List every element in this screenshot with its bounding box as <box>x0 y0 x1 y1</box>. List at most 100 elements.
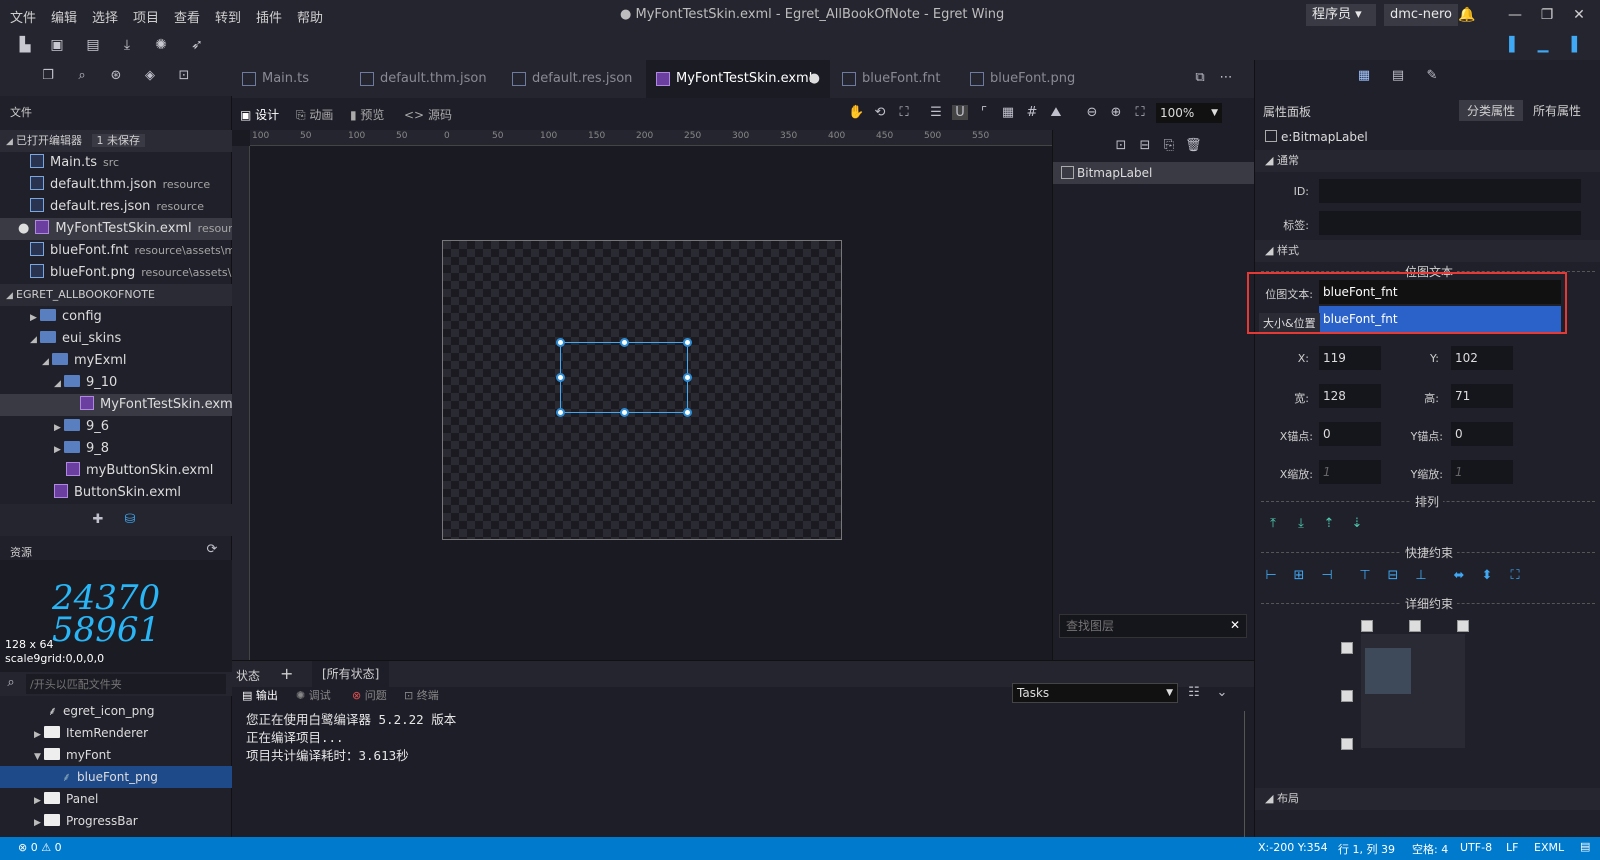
output-scrollbar[interactable] <box>1244 711 1254 838</box>
style-tab-icon[interactable]: ✎ <box>1423 68 1441 83</box>
tree-folder[interactable]: ◢ 9_10 <box>0 372 232 394</box>
tree-folder[interactable]: ▶ config <box>0 306 232 328</box>
tab-debug[interactable]: ✺ 调试 <box>296 687 331 703</box>
resize-handle[interactable] <box>683 373 692 382</box>
constraint-fill-icon[interactable]: ⛶ <box>1507 568 1523 583</box>
magnet-icon[interactable]: U <box>952 105 968 120</box>
section-style[interactable]: ◢ 样式 <box>1255 240 1600 262</box>
all-props-button[interactable]: 所有属性 <box>1533 102 1581 119</box>
feedback-icon[interactable]: ▤ <box>1580 840 1590 853</box>
zoom-in-icon[interactable]: ⊕ <box>1108 105 1124 120</box>
tree-folder[interactable]: ◢ eui_skins <box>0 328 232 350</box>
res-folder[interactable]: ▶ Panel <box>0 788 232 810</box>
group-icon[interactable]: ⊡ <box>1113 138 1129 153</box>
tab-default-res[interactable]: default.res.json <box>502 60 644 98</box>
align-icon[interactable]: ☰ <box>928 105 944 120</box>
publish-icon[interactable]: ➶ <box>188 36 206 54</box>
mode-source[interactable]: <> 源码 <box>404 106 452 123</box>
bring-front-icon[interactable]: ⤒ <box>1265 516 1281 531</box>
expand-icon[interactable]: ▶ <box>34 724 44 744</box>
resize-handle[interactable] <box>556 408 565 417</box>
encoding[interactable]: UTF-8 <box>1460 841 1492 854</box>
tab-default-thm[interactable]: default.thm.json <box>350 60 500 98</box>
tab-terminal[interactable]: ⊡ 终端 <box>404 687 439 703</box>
grid-icon[interactable]: # <box>1024 105 1040 120</box>
minimize-button[interactable]: — <box>1504 4 1526 26</box>
save-icon[interactable]: ▣ <box>48 36 66 54</box>
open-editor-item[interactable]: default.res.json resource <box>0 196 232 218</box>
resize-handle[interactable] <box>683 408 692 417</box>
properties-tab-icon[interactable]: ▦ <box>1355 68 1373 83</box>
constraint-bottom-checkbox[interactable] <box>1341 738 1353 750</box>
collapse-icon[interactable]: ◢ <box>54 373 64 394</box>
constraint-top-checkbox[interactable] <box>1341 642 1353 654</box>
constraint-right-icon[interactable]: ⊣ <box>1319 568 1335 583</box>
res-folder[interactable]: ▼ myFont <box>0 744 232 766</box>
table-icon[interactable]: ▦ <box>1000 105 1016 120</box>
tree-file[interactable]: myButtonSkin.exml <box>0 460 232 482</box>
constraint-fill-height-icon[interactable]: ⬍ <box>1479 568 1495 583</box>
new-project-icon[interactable]: ▙ <box>16 36 34 54</box>
fit-icon[interactable]: ⛶ <box>896 105 912 120</box>
add-icon[interactable]: ✚ <box>90 512 106 527</box>
errors-count[interactable]: ⊗ 0 ⚠ 0 <box>18 841 62 854</box>
res-item-selected[interactable]: ⸙ blueFont_png <box>0 766 232 788</box>
collapse-icon[interactable]: ◢ <box>42 351 52 372</box>
menu-goto[interactable]: 转到 <box>215 7 241 26</box>
expand-icon[interactable]: ▶ <box>34 790 44 810</box>
collapse-icon[interactable]: ◢ <box>30 329 40 350</box>
tab-bluefont-png[interactable]: blueFont.png <box>960 60 1090 98</box>
add-state-icon[interactable]: + <box>280 664 293 683</box>
tasks-select[interactable]: Tasks ▼ <box>1012 683 1178 703</box>
tree-folder[interactable]: ◢ myExml <box>0 350 232 372</box>
user-button[interactable]: dmc-nero <box>1384 4 1459 26</box>
constraint-fill-width-icon[interactable]: ⬌ <box>1451 568 1467 583</box>
all-states-tab[interactable]: [所有状态] <box>312 661 390 687</box>
resize-handle[interactable] <box>556 373 565 382</box>
menu-help[interactable]: 帮助 <box>297 7 323 26</box>
expand-icon[interactable]: ▶ <box>34 812 44 832</box>
indent-spaces[interactable]: 空格: 4 <box>1412 841 1448 857</box>
selected-bitmaplabel[interactable] <box>556 338 692 417</box>
explorer-icon[interactable]: ❐ <box>38 68 58 83</box>
open-editor-item[interactable]: default.thm.json resource <box>0 174 232 196</box>
send-backward-icon[interactable]: ⇣ <box>1349 516 1365 531</box>
layout-bottom-icon[interactable]: ▁ <box>1534 36 1552 54</box>
clear-icon[interactable]: ✕ <box>1230 618 1240 632</box>
close-window-button[interactable]: ✕ <box>1568 4 1590 26</box>
anchor-x-input[interactable]: 0 <box>1319 422 1381 446</box>
refresh-icon[interactable]: ⟳ <box>204 542 220 557</box>
line-column[interactable]: 行 1, 列 39 <box>1338 841 1395 857</box>
unsaved-dot-icon[interactable]: ● <box>809 60 820 98</box>
tree-file[interactable]: ButtonSkin.exml <box>0 482 232 504</box>
tab-problems[interactable]: ⊗ 问题 <box>352 687 387 703</box>
layer-search-input[interactable] <box>1060 615 1220 637</box>
constraint-vcenter-icon[interactable]: ⊟ <box>1385 568 1401 583</box>
hand-icon[interactable]: ✋ <box>848 105 864 120</box>
tag-input[interactable] <box>1319 211 1581 235</box>
mode-design[interactable]: ▣ 设计 <box>240 106 279 123</box>
menu-file[interactable]: 文件 <box>10 7 36 26</box>
scale-y-input[interactable]: 1 <box>1451 460 1513 484</box>
menu-view[interactable]: 查看 <box>174 7 200 26</box>
tab-myfonttestskin[interactable]: MyFontTestSkin.exml ● <box>646 60 830 98</box>
id-input[interactable] <box>1319 179 1581 203</box>
tab-bluefont-fnt[interactable]: blueFont.fnt <box>832 60 958 98</box>
resize-handle[interactable] <box>683 338 692 347</box>
open-editor-item[interactable]: Main.ts src <box>0 152 232 174</box>
line-ending[interactable]: LF <box>1506 841 1518 854</box>
expand-icon[interactable]: ▶ <box>54 439 64 460</box>
ungroup-icon[interactable]: ⊟ <box>1137 138 1153 153</box>
clear-output-icon[interactable]: ☷ <box>1186 685 1202 700</box>
menu-plugins[interactable]: 插件 <box>256 7 282 26</box>
open-editor-item[interactable]: blueFont.png resource\assets\... <box>0 262 232 284</box>
constraint-top-icon[interactable]: ⊤ <box>1357 568 1373 583</box>
open-editors-section[interactable]: ◢ 已打开编辑器 1 未保存 <box>0 130 232 152</box>
notification-icon[interactable]: 🔔 <box>1456 4 1478 26</box>
more-icon[interactable]: ⋯ <box>1218 70 1234 85</box>
maximize-button[interactable]: ❐ <box>1536 4 1558 26</box>
project-section[interactable]: ◢ EGRET_ALLBOOKOFNOTE <box>0 284 232 306</box>
build-icon[interactable]: ⤓ <box>118 36 136 54</box>
delete-icon[interactable]: 🗑 <box>1185 138 1202 153</box>
y-input[interactable]: 102 <box>1451 346 1513 370</box>
